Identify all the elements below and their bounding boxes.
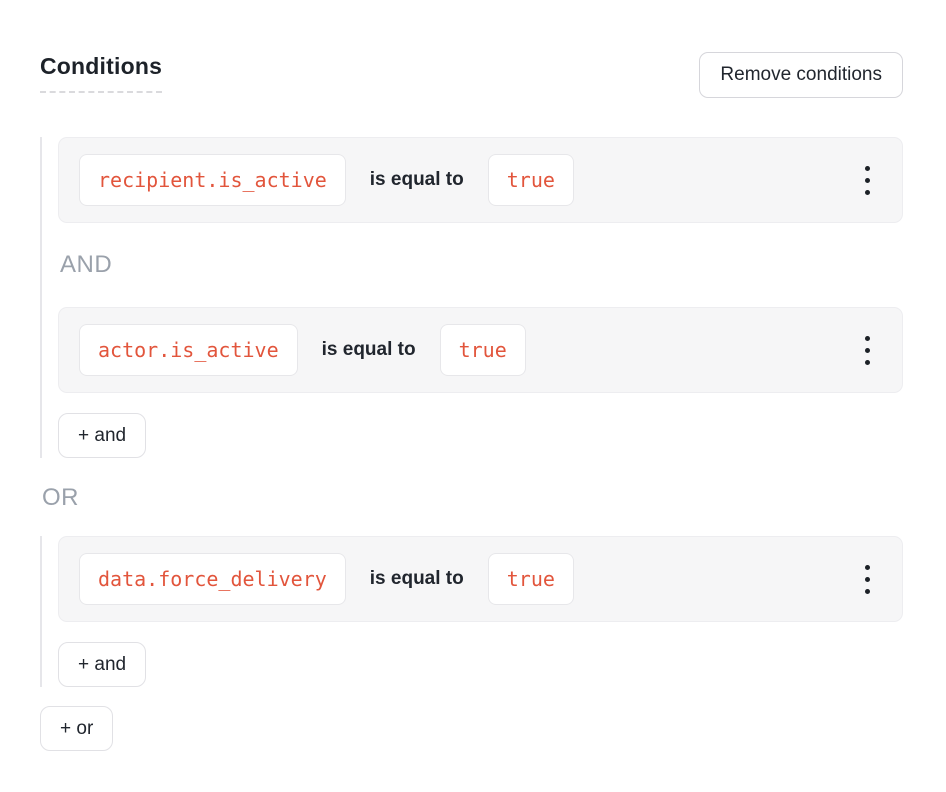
or-connector-label: OR — [42, 482, 903, 514]
kebab-menu-icon[interactable] — [857, 330, 878, 371]
kebab-menu-icon[interactable] — [857, 160, 878, 201]
value-chip[interactable]: true — [440, 324, 526, 376]
kebab-menu-icon[interactable] — [857, 559, 878, 600]
operator-label: is equal to — [370, 568, 464, 590]
value-chip[interactable]: true — [488, 154, 574, 206]
conditions-panel: Conditions Remove conditions recipient.i… — [0, 0, 946, 792]
field-chip[interactable]: actor.is_active — [79, 324, 298, 376]
operator-label: is equal to — [322, 339, 416, 361]
conditions-header: Conditions Remove conditions — [40, 52, 903, 98]
condition-row: actor.is_active is equal to true — [58, 307, 903, 393]
operator-label: is equal to — [370, 169, 464, 191]
add-or-button[interactable]: + or — [40, 706, 113, 751]
condition-row: recipient.is_active is equal to true — [58, 137, 903, 223]
add-and-button[interactable]: + and — [58, 642, 146, 687]
condition-group: data.force_delivery is equal to true + a… — [40, 536, 903, 687]
field-chip[interactable]: recipient.is_active — [79, 154, 346, 206]
condition-group: recipient.is_active is equal to true AND… — [40, 137, 903, 458]
field-chip[interactable]: data.force_delivery — [79, 553, 346, 605]
remove-conditions-button[interactable]: Remove conditions — [699, 52, 903, 98]
condition-row: data.force_delivery is equal to true — [58, 536, 903, 622]
value-chip[interactable]: true — [488, 553, 574, 605]
add-and-button[interactable]: + and — [58, 413, 146, 458]
page-title: Conditions — [40, 52, 162, 93]
and-connector-label: AND — [60, 249, 903, 281]
